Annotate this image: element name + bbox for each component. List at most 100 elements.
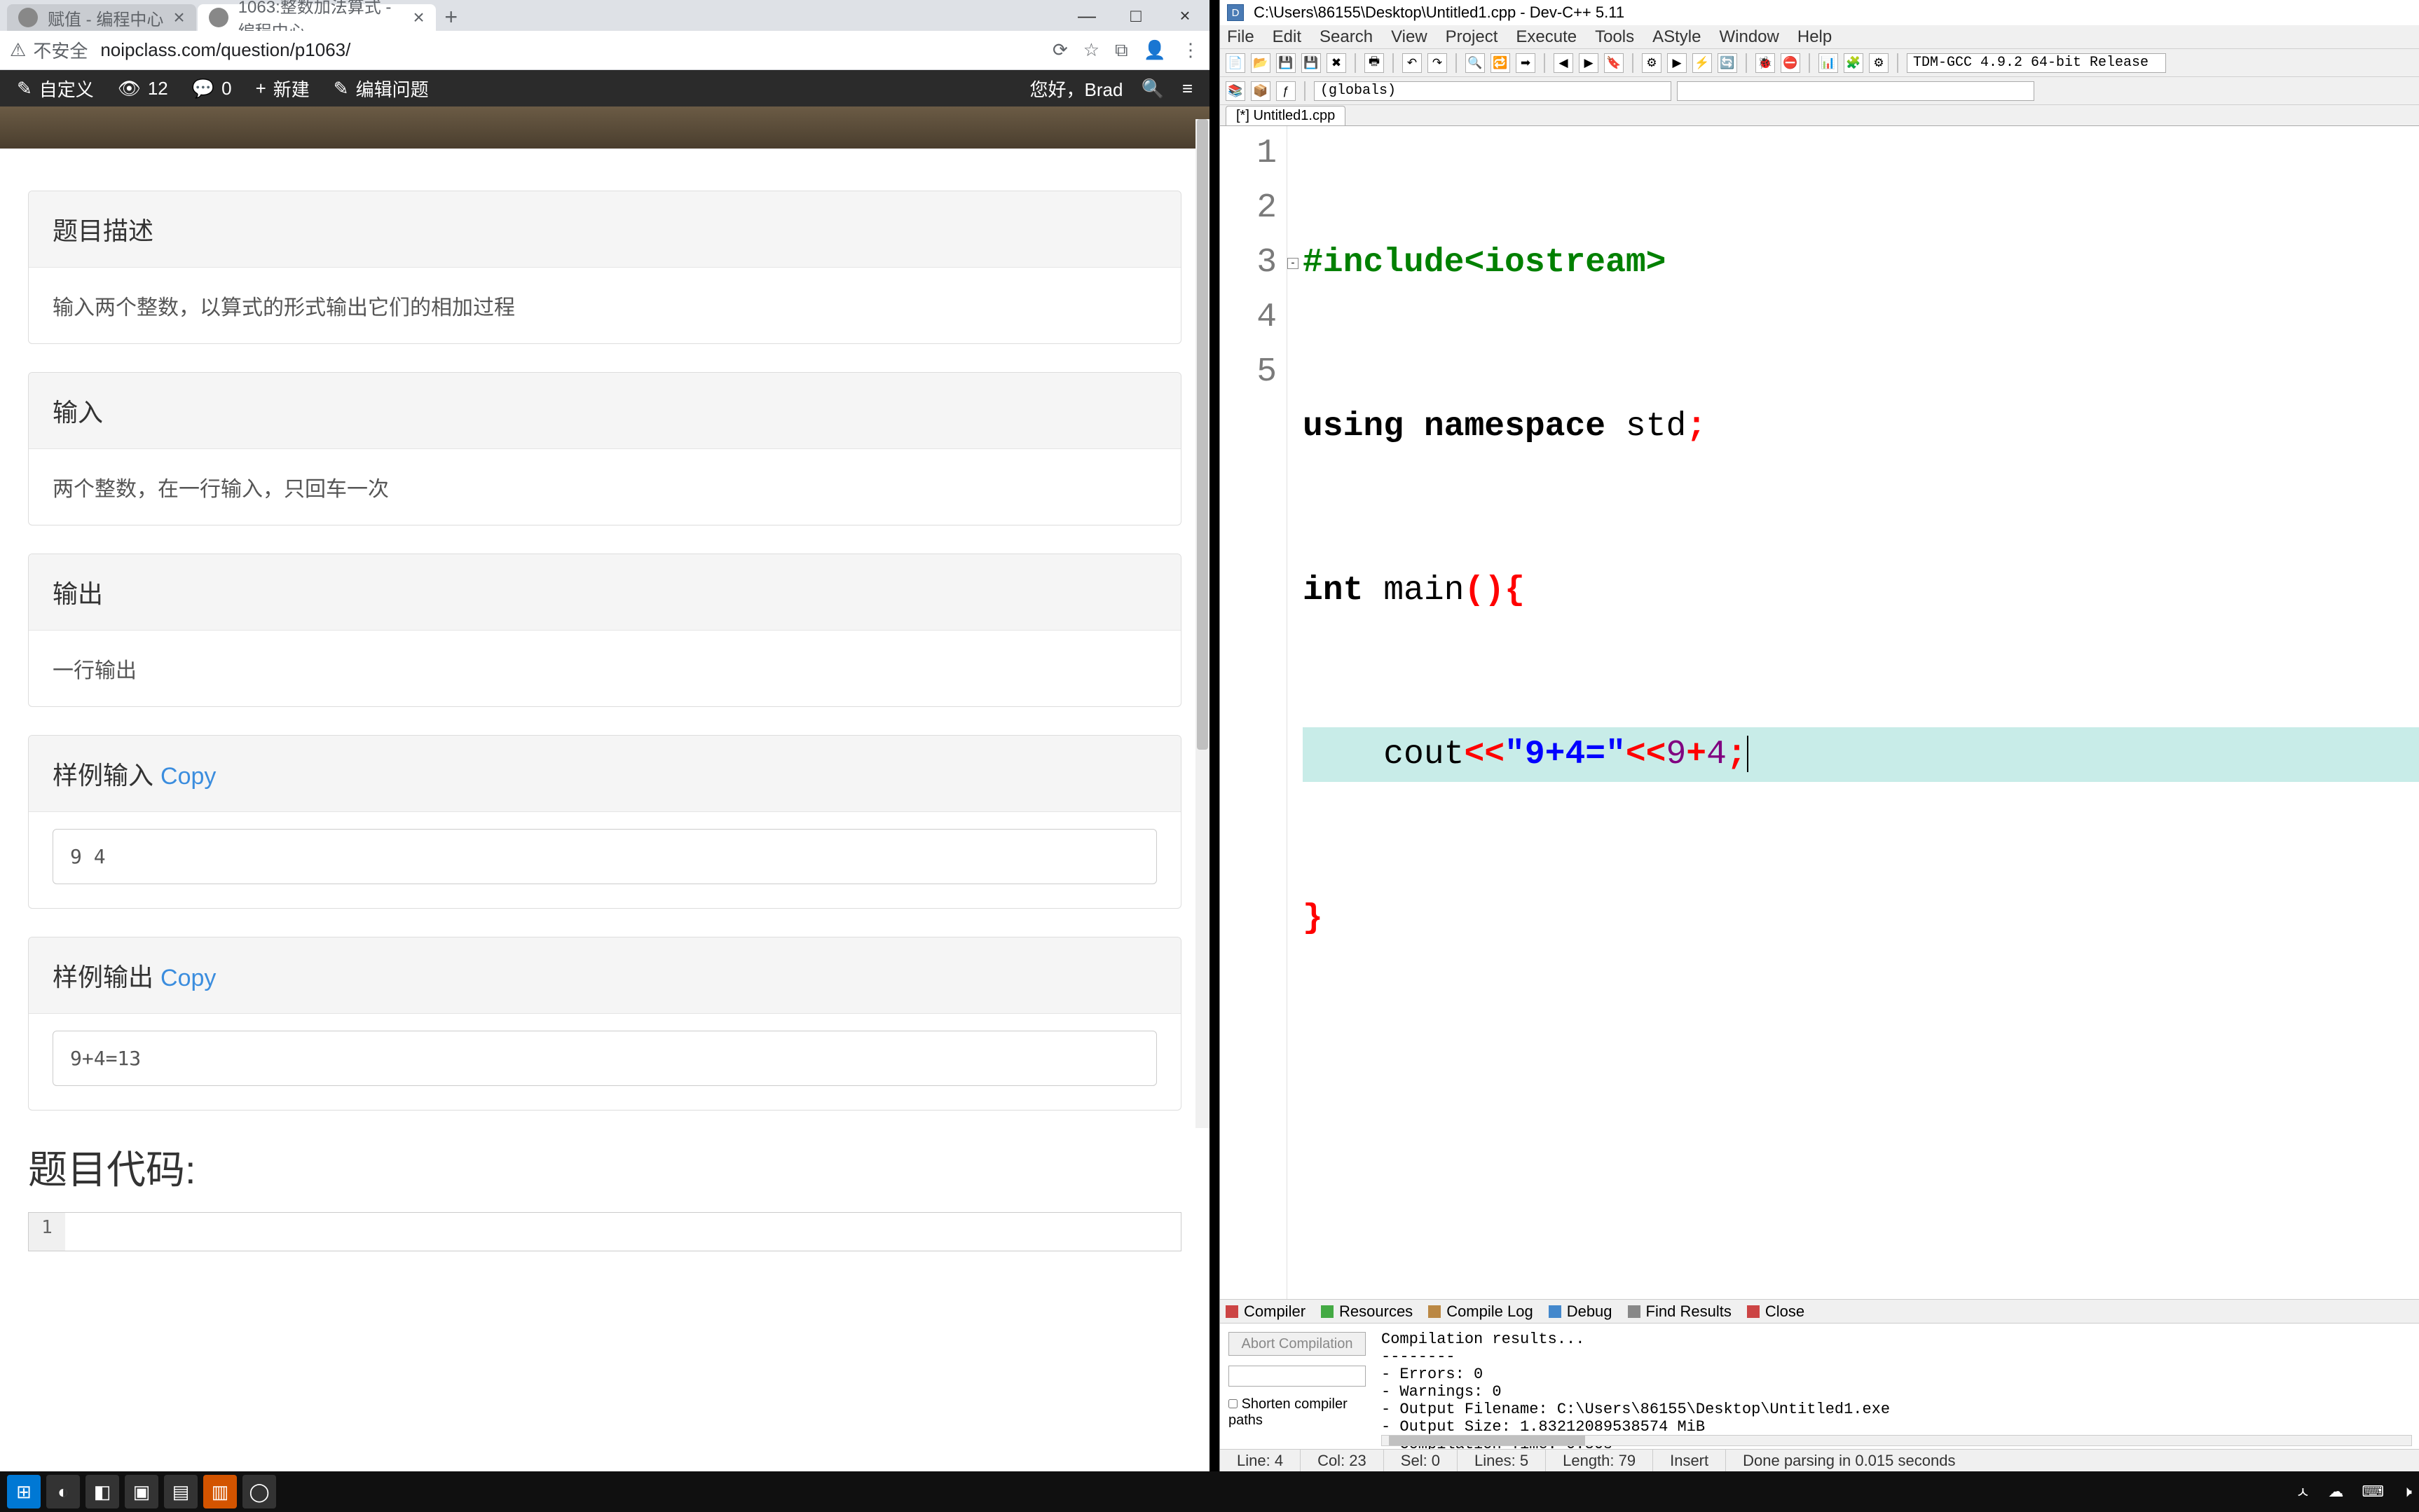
titlebar[interactable]: DC:\Users\86155\Desktop\Untitled1.cpp - …: [1220, 0, 2419, 25]
compiler-select-value: TDM-GCC 4.9.2 64-bit Release: [1913, 55, 2149, 71]
tray-cloud-icon[interactable]: ☁: [2328, 1483, 2343, 1501]
close-icon[interactable]: ×: [413, 6, 424, 29]
menu-astyle[interactable]: AStyle: [1652, 27, 1701, 47]
bookmark-icon[interactable]: 🔖: [1604, 53, 1624, 73]
stop-icon[interactable]: ⛔: [1781, 53, 1800, 73]
task-icon[interactable]: ▥: [203, 1475, 237, 1508]
find-icon[interactable]: 🔍: [1465, 53, 1485, 73]
filter-input[interactable]: [1228, 1366, 1366, 1387]
translate-icon[interactable]: ⟳: [1053, 39, 1068, 61]
deps-icon[interactable]: 🧩: [1844, 53, 1863, 73]
browser-tab-1[interactable]: 1063:整数加法算式 - 编程中心×: [198, 4, 436, 31]
edit-question-button[interactable]: ✎编辑问题: [334, 76, 429, 102]
menu-project[interactable]: Project: [1446, 27, 1498, 47]
compiler-select[interactable]: TDM-GCC 4.9.2 64-bit Release: [1907, 53, 2166, 73]
editor-area[interactable]: [65, 1213, 1181, 1251]
menu-tools[interactable]: Tools: [1595, 27, 1634, 47]
save-all-icon[interactable]: 💾: [1301, 53, 1321, 73]
save-icon[interactable]: 💾: [1276, 53, 1296, 73]
tab-resources[interactable]: Resources: [1321, 1303, 1413, 1321]
search-icon[interactable]: 🔍: [1141, 78, 1163, 99]
close-file-icon[interactable]: ✖: [1327, 53, 1346, 73]
func-icon[interactable]: ƒ: [1276, 81, 1296, 101]
menu-window[interactable]: Window: [1720, 27, 1779, 47]
compile-run-icon[interactable]: ⚡: [1692, 53, 1712, 73]
new-tab-button[interactable]: +: [437, 3, 465, 31]
tab-close[interactable]: Close: [1747, 1303, 1804, 1321]
task-icon[interactable]: ▣: [125, 1475, 158, 1508]
close-icon[interactable]: ×: [173, 6, 184, 29]
menu-edit[interactable]: Edit: [1273, 27, 1301, 47]
eye-icon: 👁: [118, 78, 141, 99]
shorten-check[interactable]: [1228, 1399, 1238, 1408]
fold-icon[interactable]: -: [1287, 258, 1298, 269]
new-button[interactable]: +新建: [256, 76, 310, 102]
task-icon[interactable]: ◧: [85, 1475, 119, 1508]
new-file-icon[interactable]: 📄: [1226, 53, 1245, 73]
hscroll-thumb[interactable]: [1389, 1436, 1585, 1445]
shorten-checkbox[interactable]: Shorten compiler paths: [1228, 1396, 1366, 1429]
custom-button[interactable]: ✎自定义: [17, 76, 94, 102]
menu-help[interactable]: Help: [1797, 27, 1832, 47]
scrollbar-thumb[interactable]: [1197, 119, 1208, 750]
compiler-output[interactable]: Compilation results... -------- - Errors…: [1374, 1324, 2419, 1449]
hscrollbar[interactable]: [1381, 1435, 2412, 1446]
status-line: Line: 4: [1220, 1450, 1301, 1471]
options-icon[interactable]: ⚙: [1869, 53, 1889, 73]
chrome-task-icon[interactable]: ◯: [242, 1475, 276, 1508]
tab-compile-log[interactable]: Compile Log: [1428, 1303, 1533, 1321]
fwd-icon[interactable]: ▶: [1579, 53, 1598, 73]
document-tab[interactable]: [*] Untitled1.cpp: [1226, 106, 1345, 125]
line-gutter: 1 2 3 4 5: [1220, 126, 1287, 1299]
class-browser-icon[interactable]: 📚: [1226, 81, 1245, 101]
tab-find-results[interactable]: Find Results: [1628, 1303, 1732, 1321]
compile-icon[interactable]: ⚙: [1642, 53, 1661, 73]
copy-link[interactable]: Copy: [160, 965, 216, 991]
debug-icon[interactable]: 🐞: [1755, 53, 1775, 73]
redo-icon[interactable]: ↷: [1427, 53, 1447, 73]
struct-icon[interactable]: 📦: [1251, 81, 1270, 101]
submission-editor[interactable]: 1: [28, 1212, 1181, 1251]
tab-compiler[interactable]: Compiler: [1226, 1303, 1306, 1321]
minimize-button[interactable]: —: [1062, 0, 1111, 31]
profile-icon[interactable]: 👤: [1144, 39, 1166, 61]
browser-tab-0[interactable]: 赋值 - 编程中心×: [7, 4, 196, 31]
goto-icon[interactable]: ➡: [1516, 53, 1535, 73]
tray-ime-icon[interactable]: ⌨: [2362, 1483, 2384, 1501]
scrollbar[interactable]: [1195, 119, 1210, 1128]
menu-search[interactable]: Search: [1320, 27, 1373, 47]
extensions-icon[interactable]: ⧉: [1115, 39, 1128, 62]
task-icon[interactable]: ▤: [164, 1475, 198, 1508]
star-icon[interactable]: ☆: [1083, 39, 1099, 61]
print-icon[interactable]: 🖶: [1364, 53, 1384, 73]
profile-icon[interactable]: 📊: [1818, 53, 1838, 73]
undo-icon[interactable]: ↶: [1402, 53, 1422, 73]
open-icon[interactable]: 📂: [1251, 53, 1270, 73]
tray-chevron-icon[interactable]: ㅅ: [2296, 1480, 2310, 1503]
tray-volume-icon[interactable]: 🕨: [2402, 1483, 2412, 1501]
greeting-text[interactable]: 您好，Brad: [1030, 76, 1123, 102]
back-icon[interactable]: ◀: [1554, 53, 1573, 73]
security-chip[interactable]: ⚠不安全: [10, 37, 88, 63]
abort-button[interactable]: Abort Compilation: [1228, 1332, 1366, 1356]
rebuild-icon[interactable]: 🔄: [1718, 53, 1737, 73]
task-icon[interactable]: ◐: [46, 1475, 80, 1508]
hamburger-icon[interactable]: ≡: [1182, 78, 1193, 99]
tab-debug[interactable]: Debug: [1549, 1303, 1612, 1321]
member-select[interactable]: [1677, 81, 2034, 101]
comments-stat[interactable]: 💬0: [192, 78, 232, 99]
menu-file[interactable]: File: [1227, 27, 1254, 47]
menu-view[interactable]: View: [1391, 27, 1427, 47]
scope-select[interactable]: (globals): [1314, 81, 1671, 101]
menu-execute[interactable]: Execute: [1516, 27, 1577, 47]
code-editor[interactable]: 1 2 3 4 5 - #include<iostream> using nam…: [1220, 126, 2419, 1299]
url-field[interactable]: noipclass.com/question/p1063/: [100, 39, 1040, 61]
start-button[interactable]: ⊞: [7, 1475, 41, 1508]
maximize-button[interactable]: □: [1111, 0, 1160, 31]
close-button[interactable]: ×: [1160, 0, 1210, 31]
run-icon[interactable]: ▶: [1667, 53, 1687, 73]
replace-icon[interactable]: 🔁: [1491, 53, 1510, 73]
copy-link[interactable]: Copy: [160, 763, 216, 790]
menu-icon[interactable]: ⋮: [1181, 39, 1200, 61]
code-text[interactable]: #include<iostream> using namespace std; …: [1300, 126, 2419, 1299]
